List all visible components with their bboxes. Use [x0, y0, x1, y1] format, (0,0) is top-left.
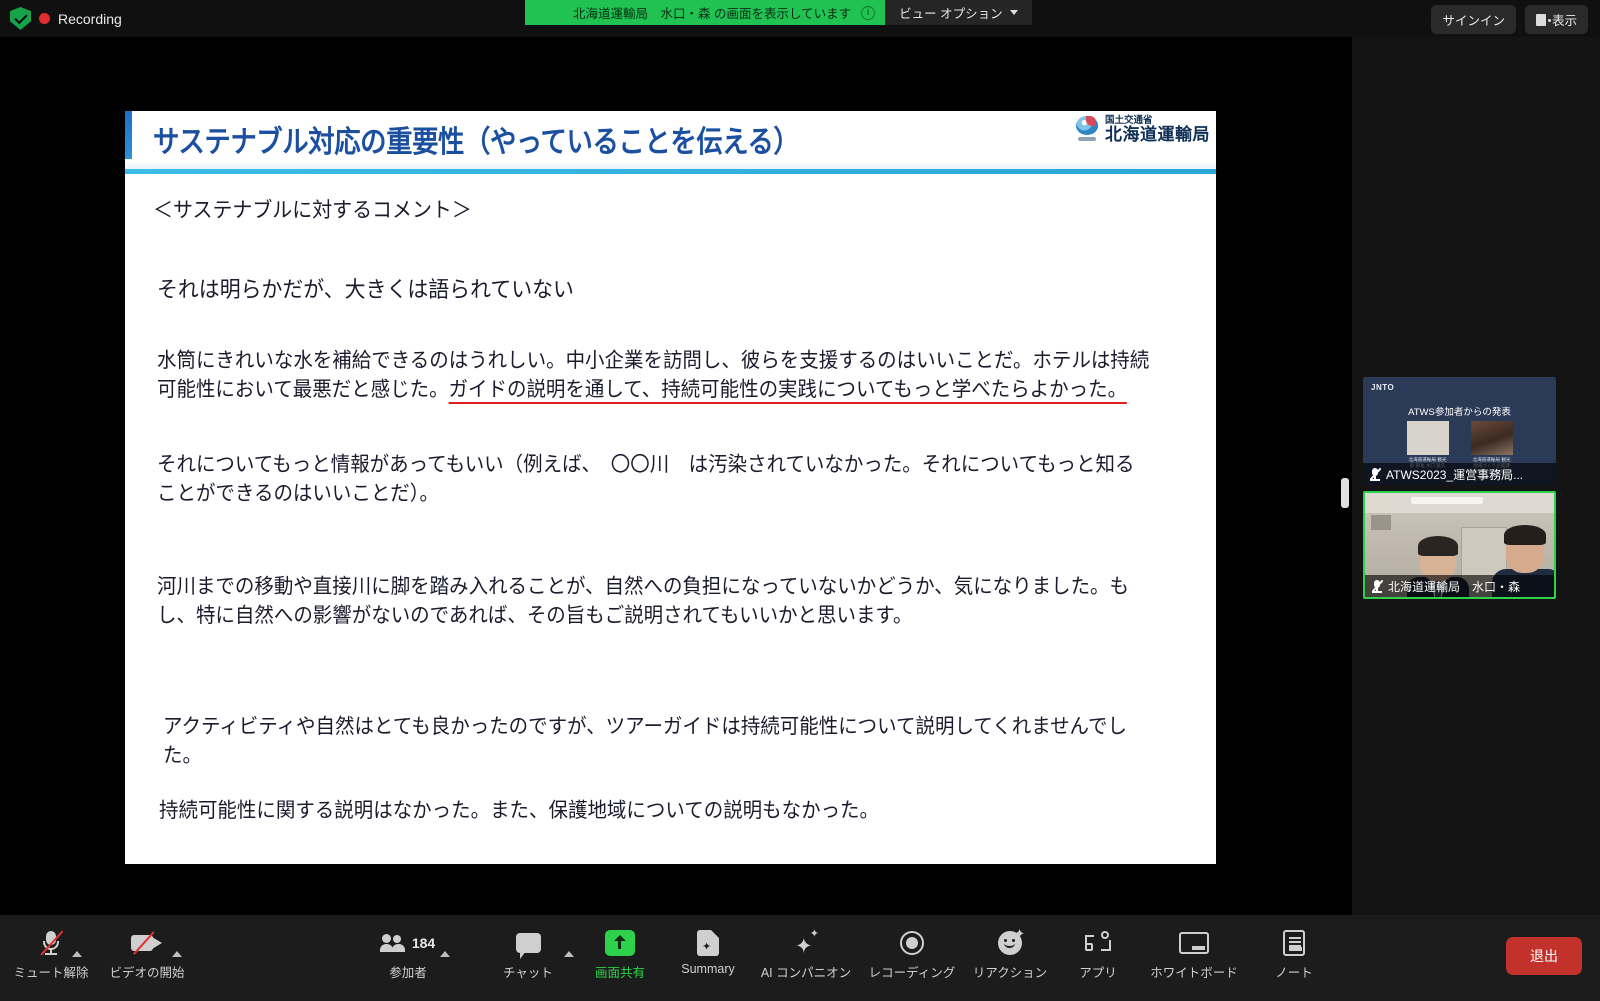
screen-share-banner: 北海道運輸局 水口・森 の画面を表示しています i ビュー オプション: [525, 0, 1032, 25]
comments-heading: ＜サステナブルに対するコメント＞: [153, 199, 472, 222]
presenter-1-photo: [1406, 421, 1449, 455]
display-button[interactable]: 表示: [1524, 5, 1588, 34]
jnto-slide-title: ATWS参加者からの発表: [1408, 407, 1511, 418]
video-thumbnail-shared-slide[interactable]: JNTO ATWS参加者からの発表 北海道運輸局 観光部 部長 水口 猛久 北海…: [1363, 377, 1556, 485]
toolbar-recording-label: レコーディング: [868, 966, 956, 980]
reaction-smiley-icon: ✦: [998, 927, 1025, 957]
thumbnail-participant-name: 北海道運輸局 水口・森: [1388, 579, 1521, 594]
mic-muted-icon: [1369, 467, 1381, 481]
recording-dot-icon: [39, 13, 50, 24]
presenter-2-photo: [1470, 421, 1513, 455]
participants-caret-icon[interactable]: [440, 951, 450, 957]
toolbar-summary-label: Summary: [681, 962, 735, 976]
logo-mark-icon: [1074, 115, 1100, 145]
header-accent-rule: [125, 169, 1216, 174]
toolbar-notes-label: ノート: [1275, 966, 1313, 980]
view-options-button[interactable]: ビュー オプション: [885, 0, 1032, 25]
toolbar-reactions-label: リアクション: [972, 966, 1048, 980]
comment-paragraph-2: 水筒にきれいな水を補給できるのはうれしい。中小企業を訪問し、彼らを支援するのはい…: [157, 346, 1151, 405]
comment-paragraph-4: 河川までの移動や直接川に脚を踏み入れることが、自然への負担になっていないかどうか…: [157, 575, 1129, 628]
record-icon: [900, 929, 924, 957]
toolbar-participants-label: 参加者: [389, 966, 427, 980]
slide-title: サステナブル対応の重要性（やっていることを伝える）: [153, 126, 800, 159]
thumbnail-participant-name: ATWS2023_運営事務局...: [1386, 467, 1524, 482]
meeting-toolbar: ミュート解除 ビデオの開始 184 参加者 チャット 画面共有 ✦ Summar…: [0, 915, 1600, 1001]
recording-label: Recording: [58, 10, 122, 27]
toolbar-share-screen-label: 画面共有: [594, 966, 645, 980]
toolbar-participants-button[interactable]: 184 参加者: [353, 929, 463, 981]
comment-paragraph-5: アクティビティや自然はとても良かったのですが、ツアーガイドは持続可能性について説…: [163, 715, 1128, 768]
mute-options-caret-icon[interactable]: [72, 951, 82, 957]
toolbar-mute-button[interactable]: ミュート解除: [0, 929, 106, 981]
thumbnail-name-bar: ATWS2023_運営事務局...: [1363, 463, 1556, 485]
mlit-hokkaido-logo: 国土交通省 北海道運輸局: [1074, 115, 1210, 145]
toolbar-video-label: ビデオの開始: [109, 966, 185, 980]
participants-icon: 184: [379, 929, 436, 957]
shared-slide: サステナブル対応の重要性（やっていることを伝える） 国土交通省 北海道運輸局 ＜…: [125, 111, 1216, 864]
logo-bureau-label: 北海道運輸局: [1105, 125, 1210, 145]
video-options-caret-icon[interactable]: [172, 951, 182, 957]
toolbar-chat-label: チャット: [503, 966, 553, 980]
sign-in-button[interactable]: サインイン: [1431, 5, 1516, 34]
top-right-controls: サインイン 表示: [1431, 5, 1588, 34]
toolbar-ai-companion-label: AI コンパニオン: [760, 966, 852, 980]
shield-check-icon[interactable]: [10, 7, 31, 30]
ai-sparkle-icon: ✦ ✦: [795, 928, 819, 958]
share-screen-icon: [605, 929, 635, 957]
mic-muted-icon: [1371, 579, 1383, 593]
zoom-meeting-window: Recording 北海道運輸局 水口・森 の画面を表示しています i ビュー …: [0, 0, 1600, 1001]
comment-paragraph-1: それは明らかだが、大きくは語られていない: [157, 277, 574, 302]
shared-screen-stage: サステナブル対応の重要性（やっていることを伝える） 国土交通省 北海道運輸局 ＜…: [0, 37, 1352, 915]
thumbnail-name-bar: 北海道運輸局 水口・森: [1365, 575, 1554, 597]
toolbar-whiteboard-button[interactable]: ホワイトボード: [1139, 929, 1249, 981]
view-options-label: ビュー オプション: [899, 7, 1003, 21]
notes-icon: [1283, 929, 1305, 957]
sign-in-label: サインイン: [1442, 14, 1505, 28]
participants-count: 184: [411, 935, 436, 951]
video-off-icon: [131, 929, 163, 957]
display-icon: [1535, 13, 1551, 26]
comment-paragraph-3: それについてもっと情報があってもいい（例えば、 〇〇川 は汚染されていなかった。…: [157, 453, 1135, 506]
leave-meeting-button[interactable]: 退出: [1506, 937, 1582, 975]
whiteboard-icon: [1179, 929, 1209, 957]
header-gradient: [125, 161, 1216, 169]
toolbar-recording-button[interactable]: レコーディング: [857, 929, 967, 981]
display-label: 表示: [1551, 14, 1577, 28]
apps-icon: [1085, 929, 1111, 957]
jnto-logo: JNTO: [1371, 383, 1395, 392]
comment-paragraph-6: 持続可能性に関する説明はなかった。また、保護地域についての説明もなかった。: [159, 799, 879, 822]
panel-resize-handle[interactable]: [1341, 478, 1349, 508]
share-status: 北海道運輸局 水口・森 の画面を表示しています i: [525, 0, 886, 25]
toolbar-whiteboard-label: ホワイトボード: [1150, 966, 1238, 980]
toolbar-video-button[interactable]: ビデオの開始: [92, 929, 202, 981]
slide-header: サステナブル対応の重要性（やっていることを伝える） 国土交通省 北海道運輸局: [125, 111, 1216, 174]
top-bar: Recording 北海道運輸局 水口・森 の画面を表示しています i ビュー …: [0, 0, 1600, 37]
chevron-down-icon: [1009, 10, 1018, 15]
toolbar-mute-label: ミュート解除: [13, 966, 89, 980]
toolbar-ai-companion-button[interactable]: ✦ ✦ AI コンパニオン: [751, 929, 861, 981]
toolbar-summary-button[interactable]: ✦ Summary: [653, 929, 763, 976]
info-icon[interactable]: i: [861, 5, 876, 20]
toolbar-notes-button[interactable]: ノート: [1239, 929, 1349, 981]
mic-muted-icon: [40, 929, 64, 957]
toolbar-apps-label: アプリ: [1079, 966, 1117, 980]
comment-2-underlined: ガイドの説明を通して、持続可能性の実践についてもっと学べたらよかった。: [448, 378, 1128, 405]
share-status-text: 北海道運輸局 水口・森 の画面を表示しています: [573, 7, 852, 21]
summary-doc-icon: ✦: [697, 929, 719, 957]
toolbar-apps-button[interactable]: アプリ: [1043, 929, 1153, 981]
video-thumbnail-active-speaker[interactable]: 北海道運輸局 水口・森: [1363, 491, 1556, 599]
chat-icon: [515, 929, 541, 959]
recording-indicator-group: Recording: [10, 7, 122, 30]
